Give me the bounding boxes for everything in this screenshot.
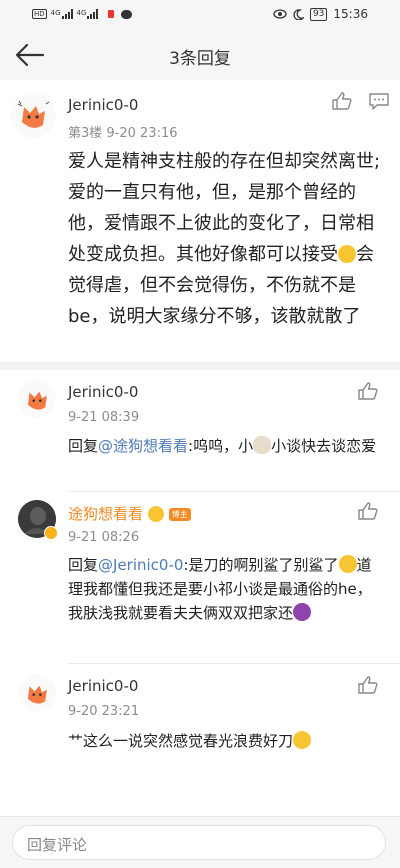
avatar[interactable]	[18, 674, 56, 712]
like-icon[interactable]	[358, 502, 378, 520]
status-bar: HD 4G 4G 93 15:36	[0, 0, 400, 30]
reply-input-placeholder: 回复评论	[27, 836, 88, 854]
comment-icon[interactable]	[369, 93, 389, 110]
moon-icon	[293, 8, 304, 20]
reply-text: 回复@途狗想看看:呜呜，小 小谈快去谈恋爱	[68, 434, 386, 458]
verified-badge-icon	[44, 526, 58, 540]
reply-time: 9-21 08:39	[68, 410, 140, 425]
reply-username[interactable]: Jerinic0-0	[68, 383, 138, 401]
frown-emoji-icon	[293, 731, 312, 749]
reply-text: 艹这么一说突然感觉春光浪费好刀	[68, 729, 386, 753]
reply-text-b: 小谈快去谈恋爱	[271, 437, 377, 455]
like-icon[interactable]	[358, 676, 378, 694]
battery-indicator: 93	[309, 7, 328, 21]
mention-link[interactable]: @途狗想看看	[98, 437, 188, 455]
like-icon[interactable]	[358, 382, 378, 400]
reply-input[interactable]: 回复评论	[12, 825, 386, 860]
comment-text: 爱人是精神支柱般的存在但却突然离世;爱的一直只有他，但，是那个曾经的他，爱情跟不…	[68, 146, 390, 332]
avatar[interactable]	[10, 92, 56, 138]
signal-icon: 4G	[51, 9, 73, 19]
reply-username[interactable]: Jerinic0-0	[68, 677, 138, 695]
clock: 15:36	[333, 7, 368, 21]
reply-text-a: :是刀的啊别鲨了别鲨了	[183, 556, 339, 574]
reply-time: 9-20 23:21	[68, 704, 140, 719]
mention-link[interactable]: @Jerinic0-0	[98, 556, 183, 574]
reply-prefix: 回复	[68, 437, 99, 455]
comment-meta: 第3楼 9-20 23:16	[68, 126, 178, 141]
title-bar: 3条回复	[0, 30, 400, 80]
fox-avatar-icon	[18, 674, 56, 712]
status-left: HD 4G 4G	[32, 9, 133, 19]
reply-text-a: :呜呜，小	[188, 437, 254, 455]
reply-time: 9-21 08:26	[68, 530, 140, 545]
comment-text-part1: 爱人是精神支柱般的存在但却突然离世;爱的一直只有他，但，是那个曾经的他，爱情跟不…	[68, 151, 381, 265]
main-comment: Jerinic0-0 第3楼 9-20 23:16 爱人是精神支柱般的存在但却突…	[0, 80, 400, 362]
avatar[interactable]	[18, 380, 56, 418]
fox-avatar-icon	[10, 92, 56, 138]
blogger-badge: 博主	[168, 508, 191, 521]
fox-avatar-icon	[18, 380, 56, 418]
notification-icon	[108, 10, 115, 18]
reply-prefix: 回复	[68, 556, 99, 574]
eye-icon	[273, 9, 287, 19]
reply-username[interactable]: 途狗想看看 博主	[68, 503, 191, 524]
devil-emoji-icon	[293, 603, 312, 621]
reply-text-a: 艹这么一说突然感觉春光浪费好刀	[68, 732, 294, 750]
comment-username[interactable]: Jerinic0-0	[68, 96, 138, 114]
heart-eyes-emoji-icon	[147, 506, 164, 522]
message-icon	[121, 9, 133, 19]
bottom-bar: 回复评论	[0, 816, 400, 868]
reply-username-text: 途狗想看看	[68, 505, 144, 523]
section-divider	[0, 362, 400, 370]
reply-item: Jerinic0-0 9-21 08:39 回复@途狗想看看:呜呜，小 小谈快去谈…	[0, 370, 400, 492]
signal-icon-2: 4G	[77, 9, 99, 19]
crying-emoji-icon	[338, 555, 357, 573]
like-icon[interactable]	[332, 92, 352, 110]
reply-item: Jerinic0-0 9-20 23:21 艹这么一说突然感觉春光浪费好刀	[0, 664, 400, 764]
reply-item: 途狗想看看 博主 9-21 08:26 回复@Jerinic0-0:是刀的啊别鲨…	[0, 492, 400, 664]
status-right: 93 15:36	[273, 7, 368, 21]
hd-icon: HD	[32, 9, 47, 19]
sheep-emoji-icon	[253, 436, 272, 454]
reply-text: 回复@Jerinic0-0:是刀的啊别鲨了别鲨了 道理我都懂但我还是要小祁小谈是最…	[68, 553, 386, 625]
page-title: 3条回复	[169, 49, 231, 69]
thinking-emoji-icon	[338, 245, 356, 263]
